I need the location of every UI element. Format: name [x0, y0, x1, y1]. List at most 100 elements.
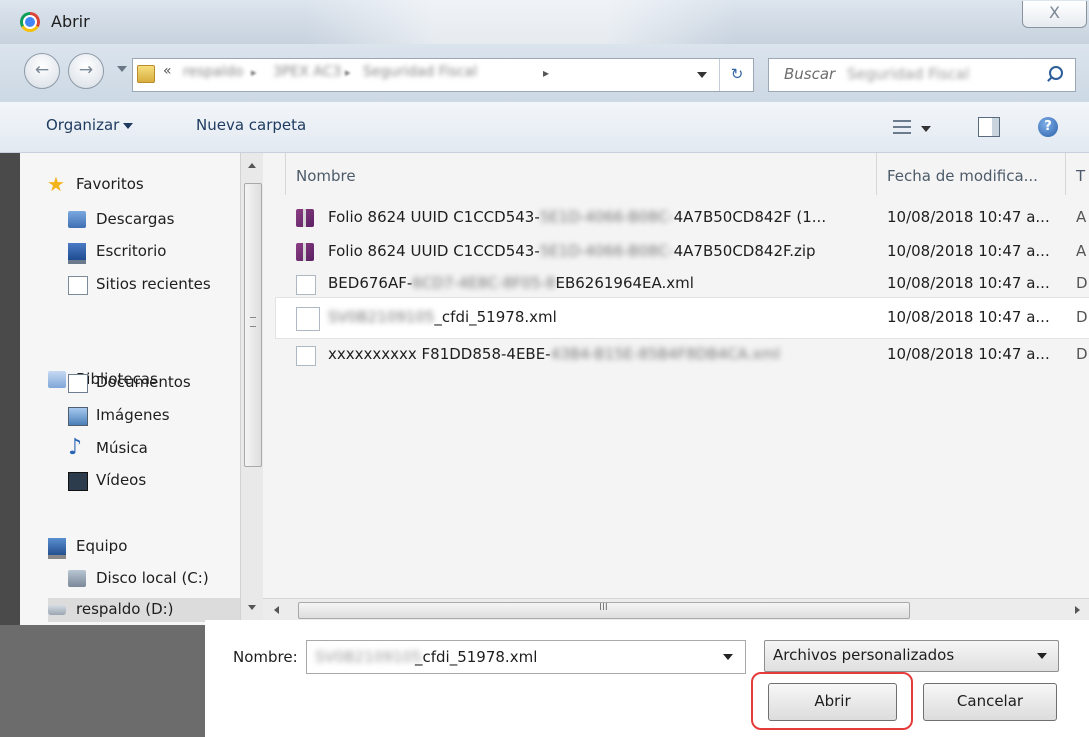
command-bar: Organizar Nueva carpeta ?	[0, 102, 1089, 153]
table-row[interactable]: Folio 8624 UUID C1CCD543-5E1D-4066-B08C-…	[276, 236, 1089, 268]
zip-icon	[296, 243, 314, 261]
nav-label: Imágenes	[96, 406, 170, 424]
breadcrumb-item[interactable]: 3PEX AC3	[273, 64, 341, 80]
search-icon[interactable]	[1043, 64, 1069, 86]
scroll-left-button[interactable]	[269, 599, 285, 621]
nav-label: Música	[96, 439, 148, 457]
music-icon	[68, 435, 86, 460]
file-name: Folio 8624 UUID C1CCD543-5E1D-4066-B08C-…	[328, 242, 816, 260]
filename-redacted-part: SV0B2109105	[315, 648, 422, 666]
xml-file-icon	[296, 346, 316, 366]
file-date: 10/08/2018 10:47 a...	[887, 242, 1050, 260]
address-bar[interactable]: « respaldo ▸ 3PEX AC3 ▸ Seguridad Fiscal…	[132, 58, 754, 92]
file-date: 10/08/2018 10:47 a...	[887, 308, 1050, 326]
file-name: SV0B2109105_cfdi_51978.xml	[328, 308, 557, 326]
videos-icon	[68, 472, 88, 491]
breadcrumb-separator[interactable]: ▸	[345, 66, 351, 79]
nav-label: Equipo	[76, 537, 128, 555]
table-row[interactable]: BED676AF-6CD7-4E8C-8F05-8EB6261964EA.xml…	[276, 268, 1089, 300]
scroll-down-button[interactable]	[241, 601, 263, 615]
chevron-left-icon	[274, 606, 279, 614]
grip-icon: III	[599, 602, 608, 613]
scrollbar-thumb[interactable]	[244, 183, 262, 467]
filename-value: _cfdi_51978.xml	[415, 648, 538, 666]
nav-label: Descargas	[96, 210, 175, 228]
column-header-name[interactable]: Nombre	[296, 167, 356, 185]
libraries-icon	[48, 371, 66, 388]
close-icon: X	[1049, 3, 1060, 22]
desktop-icon	[68, 243, 86, 264]
file-type-value: Archivos personalizados	[773, 646, 955, 664]
file-type-select[interactable]: Archivos personalizados	[764, 640, 1059, 672]
cancel-button-label: Cancelar	[956, 692, 1024, 710]
nav-label: Sitios recientes	[96, 275, 211, 293]
scroll-up-button[interactable]	[241, 159, 263, 173]
views-icon[interactable]	[893, 120, 911, 134]
open-button[interactable]: Abrir	[768, 683, 897, 721]
drive-icon	[48, 605, 66, 615]
chevron-down-icon[interactable]	[921, 126, 931, 132]
address-dropdown-button[interactable]	[685, 59, 719, 91]
documents-icon	[68, 374, 88, 393]
table-row[interactable]: xxxxxxxxxx F81DD858-4EBE-43B4-B15E-85B4F…	[276, 339, 1089, 371]
scroll-right-button[interactable]	[1069, 599, 1085, 621]
filename-label: Nombre:	[233, 648, 298, 666]
nav-scrollbar[interactable]	[240, 153, 263, 625]
forward-button[interactable]: →	[68, 53, 104, 89]
back-arrow-icon: ←	[34, 60, 50, 80]
nav-label: respaldo (D:)	[76, 600, 174, 618]
breadcrumb-item[interactable]: respaldo	[183, 64, 243, 80]
scrollbar-thumb[interactable]: III	[298, 602, 910, 619]
breadcrumb-item[interactable]: Seguridad Fiscal	[363, 64, 477, 80]
folder-icon	[137, 65, 155, 83]
forward-arrow-icon: →	[78, 60, 94, 80]
cancel-button[interactable]: Cancelar	[923, 683, 1057, 721]
star-icon	[47, 172, 66, 196]
column-divider[interactable]	[876, 153, 877, 195]
column-divider[interactable]	[1065, 153, 1066, 195]
preview-pane-icon[interactable]	[978, 117, 1000, 137]
filename-field[interactable]: SV0B2109105 _cfdi_51978.xml	[306, 640, 746, 674]
open-file-dialog: Abrir X ← → « respaldo ▸ 3PEX AC3 ▸ Segu…	[0, 0, 1089, 737]
xml-file-icon	[296, 307, 320, 331]
recent-locations-dropdown[interactable]	[117, 66, 127, 72]
column-header-type[interactable]: T	[1076, 167, 1085, 185]
refresh-button[interactable]: ↻	[719, 59, 754, 91]
downloads-folder-icon	[68, 211, 86, 228]
nav-label: Documentos	[96, 373, 191, 391]
help-icon[interactable]: ?	[1038, 117, 1058, 137]
table-row[interactable]: Folio 8624 UUID C1CCD543-5E1D-4066-B08C-…	[276, 202, 1089, 234]
organize-menu[interactable]: Organizar	[46, 116, 119, 134]
horizontal-scrollbar[interactable]: III	[263, 598, 1089, 621]
file-type: D	[1076, 345, 1088, 363]
breadcrumb-overflow[interactable]: «	[163, 63, 172, 79]
close-button[interactable]: X	[1022, 1, 1087, 28]
search-input[interactable]: Buscar Seguridad Fiscal	[768, 58, 1076, 92]
table-row-selected[interactable]: SV0B2109105_cfdi_51978.xml 10/08/2018 10…	[276, 298, 1089, 338]
column-divider[interactable]	[285, 153, 286, 195]
chevron-down-icon[interactable]	[723, 654, 733, 660]
title-bar: Abrir X	[0, 0, 1089, 44]
xml-file-icon	[296, 275, 316, 295]
chevron-right-icon	[1075, 606, 1080, 614]
zip-icon	[296, 209, 314, 227]
back-button[interactable]: ←	[24, 53, 60, 89]
breadcrumb-separator[interactable]: ▸	[251, 66, 257, 79]
refresh-icon: ↻	[730, 65, 744, 83]
recent-places-icon	[68, 276, 88, 295]
background-window-edge	[0, 625, 205, 737]
nav-backup-drive[interactable]: respaldo (D:)	[48, 598, 242, 622]
file-date: 10/08/2018 10:47 a...	[887, 208, 1050, 226]
chevron-down-icon	[697, 72, 707, 78]
breadcrumb-end-arrow[interactable]: ▸	[543, 66, 549, 80]
file-name: xxxxxxxxxx F81DD858-4EBE-43B4-B15E-85B4F…	[328, 345, 781, 363]
new-folder-button[interactable]: Nueva carpeta	[196, 116, 306, 134]
nav-label: Vídeos	[96, 471, 147, 489]
chevron-down-icon	[248, 605, 256, 610]
grip-icon	[250, 317, 256, 327]
column-header-date[interactable]: Fecha de modifica...	[887, 167, 1038, 185]
chrome-icon	[20, 12, 40, 32]
title-bar-glow	[305, 0, 735, 44]
chevron-down-icon[interactable]	[123, 123, 133, 129]
nav-label: Disco local (C:)	[96, 569, 209, 587]
